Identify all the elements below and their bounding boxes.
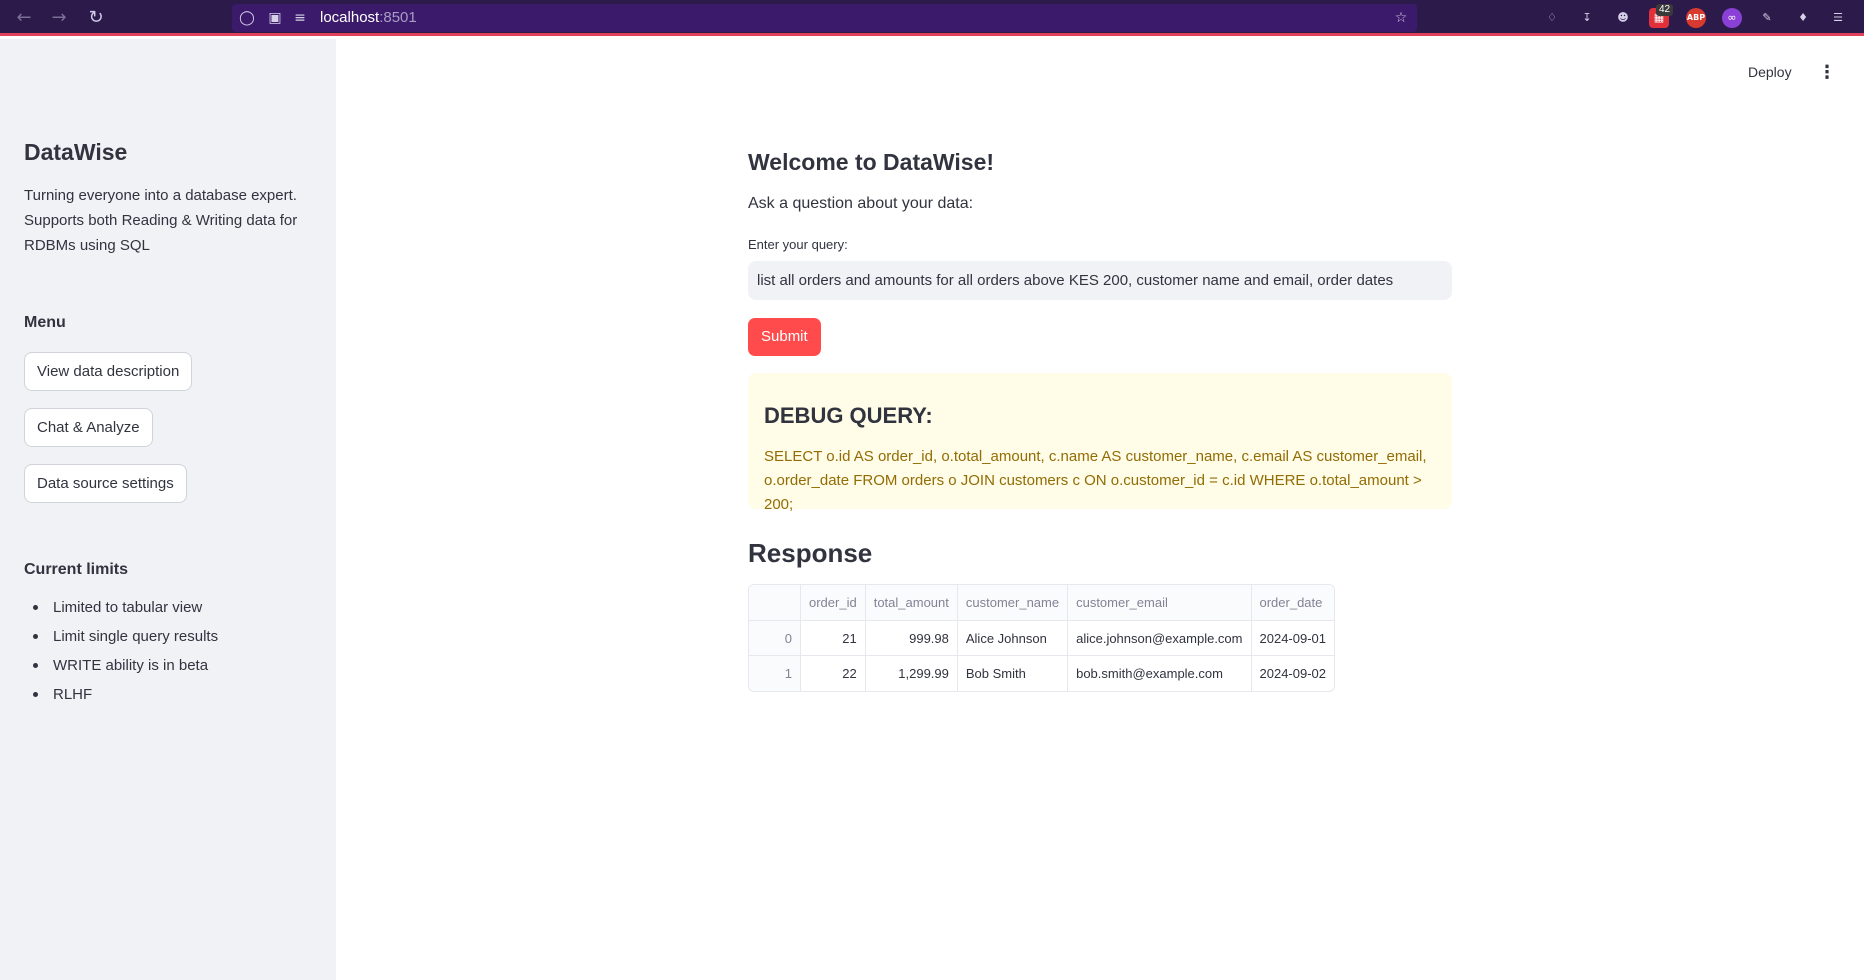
account-icon[interactable]: ☻ xyxy=(1613,8,1633,28)
limit-item: Limit single query results xyxy=(24,622,218,651)
url-host: localhost xyxy=(320,9,380,26)
bookmark-star-icon[interactable]: ☆ xyxy=(1391,8,1411,28)
cell-total-amount[interactable]: 999.98 xyxy=(865,621,958,656)
limit-item: RLHF xyxy=(24,680,218,709)
cell-customer-email[interactable]: alice.johnson@example.com xyxy=(1068,621,1252,656)
debug-query-box: DEBUG QUERY: SELECT o.id AS order_id, o.… xyxy=(748,373,1452,513)
submit-button[interactable]: Submit xyxy=(748,318,821,356)
menu-title: Menu xyxy=(24,314,66,331)
row-index: 1 xyxy=(749,656,801,691)
response-title: Response xyxy=(748,538,873,568)
cell-total-amount[interactable]: 1,299.99 xyxy=(866,656,958,691)
column-header-total-amount[interactable]: total_amount xyxy=(865,585,958,621)
site-settings-icon[interactable]: ≡ xyxy=(290,8,310,28)
adblock-icon[interactable]: ABP xyxy=(1686,8,1706,28)
shield-icon[interactable]: ◯ xyxy=(237,8,257,28)
cell-customer-name[interactable]: Bob Smith xyxy=(958,656,1069,691)
response-table[interactable]: order_id total_amount customer_name cust… xyxy=(748,584,1335,692)
sidebar: DataWise Turning everyone into a databas… xyxy=(0,39,336,980)
forward-arrow-icon[interactable]: → xyxy=(47,7,71,29)
pocket-icon[interactable]: ♢ xyxy=(1542,8,1562,28)
menu-icon[interactable]: ☰ xyxy=(1828,8,1848,28)
table-row: 0 21 999.98 Alice Johnson alice.johnson@… xyxy=(749,621,1334,656)
column-header-order-date[interactable]: order_date xyxy=(1251,585,1334,621)
table-row: 1 22 1,299.99 Bob Smith bob.smith@exampl… xyxy=(749,656,1334,691)
reload-icon[interactable]: ↻ xyxy=(84,7,108,29)
column-header-customer-email[interactable]: customer_email xyxy=(1068,585,1252,621)
limits-title: Current limits xyxy=(24,561,129,578)
pen-extension-icon[interactable]: ✎ xyxy=(1757,8,1777,28)
cell-customer-email[interactable]: bob.smith@example.com xyxy=(1068,656,1252,691)
back-arrow-icon[interactable]: ← xyxy=(12,7,36,29)
url-port: :8501 xyxy=(379,9,417,26)
row-index: 0 xyxy=(749,621,801,656)
data-source-settings-button[interactable]: Data source settings xyxy=(24,464,187,503)
limits-list: Limited to tabular view Limit single que… xyxy=(24,593,218,709)
cell-order-id[interactable]: 21 xyxy=(801,621,866,656)
limit-item: Limited to tabular view xyxy=(24,593,218,622)
cell-order-date[interactable]: 2024-09-02 xyxy=(1252,656,1335,691)
extensions-icon[interactable]: ♦ xyxy=(1793,8,1813,28)
url-text[interactable]: localhost:8501 xyxy=(320,9,417,26)
app-tagline: Turning everyone into a database expert.… xyxy=(24,187,298,254)
limit-item: WRITE ability is in beta xyxy=(24,651,218,680)
url-bar[interactable]: ◯ ▣ ≡ localhost:8501 ☆ xyxy=(232,4,1417,32)
query-label: Enter your query: xyxy=(748,237,848,252)
page-icon: ▣ xyxy=(268,10,282,26)
cell-order-date[interactable]: 2024-09-01 xyxy=(1251,621,1334,656)
app-title: DataWise xyxy=(24,139,128,165)
column-header-index[interactable] xyxy=(749,585,801,621)
deploy-button[interactable]: Deploy xyxy=(1748,64,1792,80)
kebab-menu-icon[interactable]: ⋮ xyxy=(1818,63,1836,83)
cell-customer-name[interactable]: Alice Johnson xyxy=(957,621,1069,656)
debug-sql: SELECT o.id AS order_id, o.total_amount,… xyxy=(764,448,1427,513)
page-loading-line xyxy=(0,33,1864,36)
chat-analyze-button[interactable]: Chat & Analyze xyxy=(24,408,153,447)
extension-badge: 42 xyxy=(1656,4,1674,16)
ask-label: Ask a question about your data: xyxy=(748,195,974,212)
view-data-description-button[interactable]: View data description xyxy=(24,352,193,391)
page-title: Welcome to DataWise! xyxy=(748,149,995,175)
purple-extension-icon[interactable]: ∞ xyxy=(1722,8,1742,28)
table-header-row: order_id total_amount customer_name cust… xyxy=(749,585,1334,621)
debug-title: DEBUG QUERY: xyxy=(764,403,933,428)
column-header-order-id[interactable]: order_id xyxy=(801,585,866,621)
query-input[interactable] xyxy=(748,261,1452,300)
column-header-customer-name[interactable]: customer_name xyxy=(957,585,1069,621)
browser-toolbar: ← → ↻ ◯ ▣ ≡ localhost:8501 ☆ ♢ ↧ ☻ ▦ 42 … xyxy=(0,0,1864,36)
download-icon[interactable]: ↧ xyxy=(1577,8,1597,28)
cell-order-id[interactable]: 22 xyxy=(801,656,866,691)
